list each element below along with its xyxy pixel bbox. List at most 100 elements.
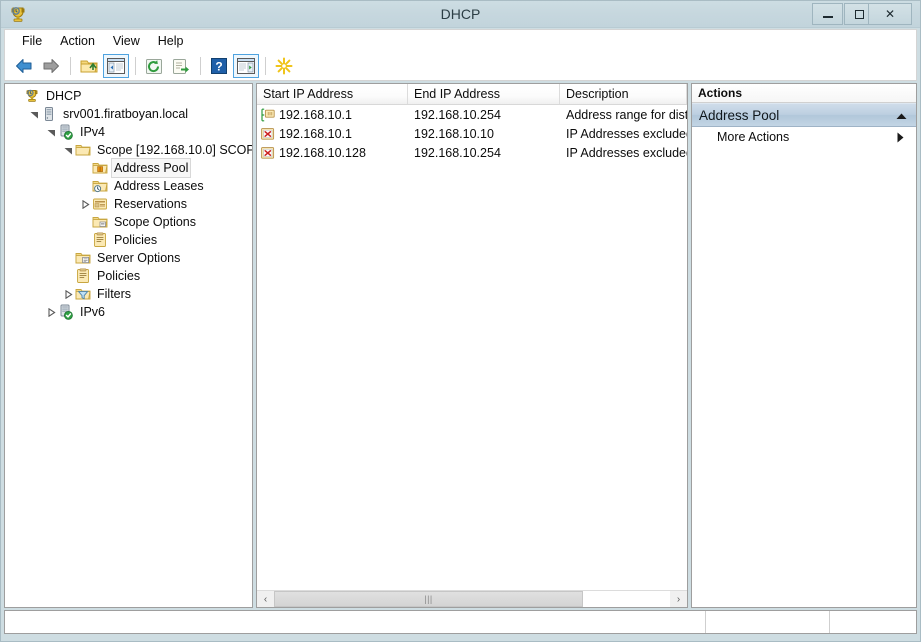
show-hide-tree-button[interactable] [103, 54, 129, 78]
tree-node-ipv6[interactable]: IPv6 [5, 303, 252, 321]
horizontal-scrollbar[interactable]: ‹ ||| › [257, 590, 687, 607]
reservations-icon [92, 196, 108, 212]
console-tree-pane[interactable]: DHCP srv001.firatboyan.local IPv4 Scope … [4, 83, 253, 608]
cell-start-ip: 192.168.10.128 [257, 143, 408, 162]
scroll-right-button[interactable]: › [670, 591, 687, 607]
column-description[interactable]: Description [560, 84, 687, 104]
tree-node-dhcp[interactable]: DHCP [5, 87, 252, 105]
tree-node-policies[interactable]: Policies [5, 267, 252, 285]
tree-node-reservations[interactable]: Reservations [5, 195, 252, 213]
action-more-actions-label: More Actions [717, 130, 790, 144]
server-options-icon [75, 250, 91, 266]
cell-start-ip: 192.168.10.1 [257, 105, 408, 124]
status-cell-2 [706, 611, 830, 633]
status-message [5, 611, 706, 633]
policies-icon [75, 268, 91, 284]
expander-expanded-icon[interactable] [28, 105, 41, 123]
tree-node-address-leases[interactable]: Address Leases [5, 177, 252, 195]
help-question-icon: ? [211, 58, 227, 74]
start-ip-text: 192.168.10.1 [279, 126, 352, 141]
action-more-actions[interactable]: More Actions [692, 127, 916, 148]
start-ip-text: 192.168.10.1 [279, 107, 352, 122]
scroll-left-button[interactable]: ‹ [257, 591, 274, 607]
dhcp-window: DHCP ✕ File Action View Help ? DHCP srv0… [0, 0, 921, 642]
minimize-button[interactable] [812, 3, 843, 25]
tree-node-label: Policies [97, 269, 141, 283]
tree-node-policies[interactable]: Policies [5, 231, 252, 249]
scrollbar-grip: ||| [424, 594, 433, 604]
tree-node-label: IPv4 [80, 125, 106, 139]
toolbar-separator [265, 57, 266, 75]
scrollbar-track[interactable]: ||| [274, 591, 670, 607]
back-button[interactable] [11, 54, 37, 78]
tree-node-label: IPv6 [80, 305, 106, 319]
action-pane-icon [237, 58, 255, 74]
column-end-ip[interactable]: End IP Address [408, 84, 560, 104]
tree-node-filters[interactable]: Filters [5, 285, 252, 303]
export-list-icon [173, 58, 189, 74]
address-pool-list-pane[interactable]: Start IP Address End IP Address Descript… [256, 83, 688, 608]
scrollbar-thumb[interactable]: ||| [274, 591, 583, 607]
expander-placeholder [79, 159, 92, 177]
address-range-icon [260, 108, 276, 122]
cell-description: IP Addresses excluded [566, 126, 687, 141]
tree-node-scope-options[interactable]: Scope Options [5, 213, 252, 231]
actions-group-label: Address Pool [699, 108, 780, 123]
tree-node-srv001-firatboyan-local[interactable]: srv001.firatboyan.local [5, 105, 252, 123]
folder-up-icon [80, 60, 98, 73]
address-leases-icon [92, 178, 108, 194]
menu-file[interactable]: File [13, 31, 51, 51]
column-start-ip[interactable]: Start IP Address [257, 84, 408, 104]
folder-icon [75, 142, 91, 158]
list-column-header: Start IP Address End IP Address Descript… [257, 84, 687, 105]
expander-expanded-icon[interactable] [45, 123, 58, 141]
starburst-icon [275, 57, 293, 75]
tree-node-server-options[interactable]: Server Options [5, 249, 252, 267]
up-one-level-button[interactable] [76, 54, 102, 78]
exclusion-range-icon [260, 146, 276, 160]
close-button[interactable]: ✕ [868, 3, 912, 25]
show-hide-action-pane-button[interactable] [233, 54, 259, 78]
menu-action[interactable]: Action [51, 31, 104, 51]
expander-placeholder [79, 231, 92, 249]
actions-pane-title: Actions [692, 84, 916, 103]
tree-node-label: srv001.firatboyan.local [63, 107, 189, 121]
console-tree-icon [107, 58, 125, 74]
cell-end-ip: 192.168.10.10 [414, 126, 494, 141]
tree-node-label: Reservations [114, 197, 187, 211]
actions-group-header[interactable]: Address Pool [692, 103, 916, 127]
expander-collapsed-icon[interactable] [45, 303, 58, 321]
table-row[interactable]: 192.168.10.1 192.168.10.10 IP Addresses ex… [257, 124, 687, 143]
toolbar-separator [70, 57, 71, 75]
arrow-right-icon [43, 59, 59, 73]
expander-expanded-icon[interactable] [62, 141, 75, 159]
tree-node-label: Scope Options [114, 215, 196, 229]
menu-view[interactable]: View [104, 31, 149, 51]
refresh-button[interactable] [141, 54, 167, 78]
forward-button[interactable] [38, 54, 64, 78]
cell-end-ip: 192.168.10.254 [414, 107, 501, 122]
help-button[interactable]: ? [206, 54, 232, 78]
table-row[interactable]: 192.168.10.1 192.168.10.254 Address range … [257, 105, 687, 124]
new-item-button[interactable] [271, 54, 297, 78]
tree-node-address-pool[interactable]: Address Pool [5, 158, 252, 178]
cell-end-ip: 192.168.10.254 [414, 145, 501, 160]
menu-help[interactable]: Help [149, 31, 193, 51]
chevron-up-icon[interactable] [892, 104, 910, 128]
toolbar: ? [4, 52, 917, 81]
tree-node-label: Address Pool [111, 158, 192, 178]
tree-node-ipv4[interactable]: IPv4 [5, 123, 252, 141]
title-bar: DHCP ✕ [1, 1, 920, 28]
table-row[interactable]: 192.168.10.128 192.168.10.254 IP Addresses… [257, 143, 687, 162]
expander-collapsed-icon[interactable] [79, 195, 92, 213]
tree-node-label: Policies [114, 233, 158, 247]
toolbar-separator [200, 57, 201, 75]
main-panes: DHCP srv001.firatboyan.local IPv4 Scope … [4, 83, 917, 608]
tree-node-scope-192-168-10-0-scope01[interactable]: Scope [192.168.10.0] SCOPE01 [5, 141, 252, 159]
actions-pane: Actions Address Pool More Actions [691, 83, 917, 608]
expander-collapsed-icon[interactable] [62, 285, 75, 303]
list-rows: 192.168.10.1 192.168.10.254 Address range … [257, 105, 687, 586]
window-title: DHCP [440, 6, 481, 22]
start-ip-text: 192.168.10.128 [279, 145, 366, 160]
export-list-button[interactable] [168, 54, 194, 78]
